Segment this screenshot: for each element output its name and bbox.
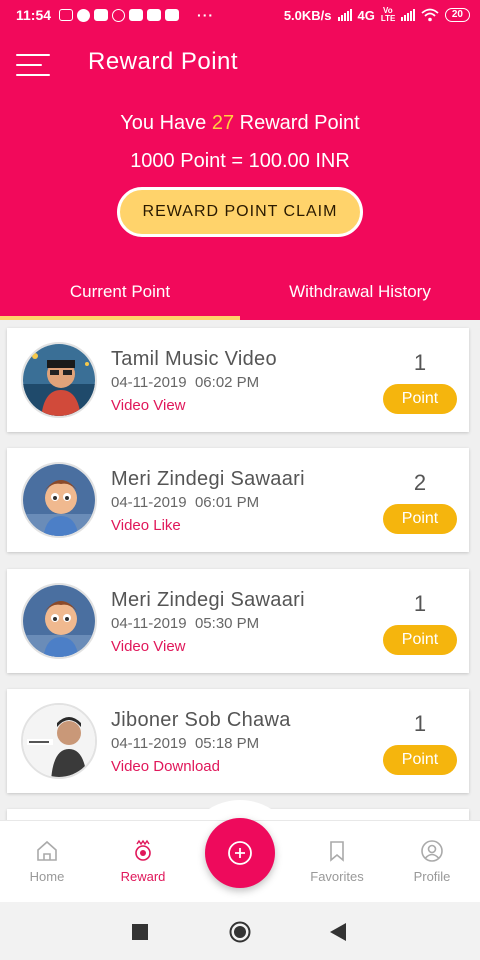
- tab-current-point[interactable]: Current Point: [0, 276, 240, 320]
- video-title: Jiboner Sob Chawa: [111, 709, 291, 731]
- system-navigation-bar: [0, 902, 480, 960]
- timestamp: 04-11-2019 05:30 PM: [111, 615, 260, 632]
- nav-reward[interactable]: Reward: [103, 839, 183, 884]
- add-fab-button[interactable]: [205, 818, 275, 888]
- reward-icon: [135, 839, 151, 861]
- avatar: [21, 703, 97, 779]
- point-badge: Point: [383, 384, 457, 414]
- status-time: 11:54: [16, 7, 52, 23]
- reward-action: Video Like: [111, 517, 181, 534]
- youtube-notification-icon: [147, 9, 162, 21]
- net-speed: 5.0KB/s: [283, 7, 332, 23]
- tab-bar: Current Point Withdrawal History: [0, 276, 480, 320]
- nav-home[interactable]: Home: [7, 839, 87, 884]
- conversion-rate: 1000 Point = 100.00 INR: [130, 150, 350, 172]
- list-item[interactable]: Jiboner Sob Chawa 04-11-2019 05:18 PM Vi…: [7, 689, 469, 793]
- reward-suffix: Reward Point: [239, 112, 360, 134]
- volte-badge: Vo LTE: [380, 6, 396, 23]
- network-type: 4G: [357, 7, 375, 23]
- reward-prefix: You Have: [120, 112, 207, 134]
- nav-profile[interactable]: Profile: [392, 839, 472, 884]
- home-icon: [37, 840, 57, 861]
- more-notifications-icon: ···: [197, 7, 215, 23]
- nav-home-label: Home: [29, 869, 65, 884]
- status-bar: 11:54 ··· 5.0KB/s 4G Vo LTE 20: [0, 0, 480, 30]
- nav-favorites[interactable]: Favorites: [297, 839, 377, 884]
- tab-withdrawal-history[interactable]: Withdrawal History: [240, 276, 480, 320]
- signal-icon: [337, 9, 352, 21]
- bitcoin-notification-icon: [112, 8, 126, 22]
- timestamp: 04-11-2019 06:02 PM: [111, 374, 260, 391]
- reward-summary: You Have 27 Reward Point: [0, 112, 480, 135]
- profile-icon: [421, 840, 443, 862]
- reward-action: Video Download: [111, 758, 220, 775]
- page-title: Reward Point: [88, 48, 239, 75]
- menu-icon[interactable]: [16, 54, 50, 76]
- timestamp: 04-11-2019 05:18 PM: [111, 735, 260, 752]
- video-title: Meri Zindegi Sawaari: [111, 468, 305, 490]
- points-earned: 1: [413, 591, 427, 616]
- nav-favorites-label: Favorites: [310, 869, 364, 884]
- reward-action: Video View: [111, 638, 186, 655]
- list-item[interactable]: Tamil Music Video 04-11-2019 06:02 PM Vi…: [7, 328, 469, 432]
- plus-circle-icon: [228, 841, 252, 865]
- home-button-icon[interactable]: [229, 921, 251, 943]
- bookmark-icon: [330, 841, 344, 862]
- point-badge: Point: [383, 504, 457, 534]
- nav-reward-label: Reward: [120, 869, 166, 884]
- wifi-icon: [421, 8, 439, 22]
- video-title: Tamil Music Video: [111, 348, 277, 370]
- notification-icons: [59, 8, 180, 22]
- reward-action: Video View: [111, 397, 186, 414]
- signal-icon: [400, 9, 415, 21]
- list-item[interactable]: Meri Zindegi Sawaari 04-11-2019 06:01 PM…: [7, 448, 469, 552]
- avatar: [21, 342, 97, 418]
- youtube-notification-icon: [129, 9, 144, 21]
- points-earned: 1: [413, 711, 427, 736]
- reward-points-count: 27: [211, 112, 235, 134]
- avatar: [21, 462, 97, 538]
- reward-point-claim-button[interactable]: REWARD POINT CLAIM: [117, 187, 363, 237]
- nav-profile-label: Profile: [413, 869, 451, 884]
- reward-header: Reward Point You Have 27 Reward Point 10…: [0, 30, 480, 320]
- points-earned: 2: [413, 470, 427, 495]
- timestamp: 04-11-2019 06:01 PM: [111, 494, 260, 511]
- points-earned: 1: [413, 350, 427, 375]
- youtube-notification-icon: [94, 9, 109, 21]
- youtube-notification-icon: [165, 9, 180, 21]
- facebook-notification-icon: [77, 8, 91, 22]
- video-title: Meri Zindegi Sawaari: [111, 589, 305, 611]
- gallery-notification-icon: [59, 9, 74, 21]
- battery-icon: 20: [444, 8, 470, 22]
- point-badge: Point: [383, 625, 457, 655]
- point-badge: Point: [383, 745, 457, 775]
- recent-apps-icon[interactable]: [132, 924, 148, 940]
- list-item[interactable]: Meri Zindegi Sawaari 04-11-2019 05:30 PM…: [7, 569, 469, 673]
- avatar: [21, 583, 97, 659]
- back-icon[interactable]: [330, 923, 346, 941]
